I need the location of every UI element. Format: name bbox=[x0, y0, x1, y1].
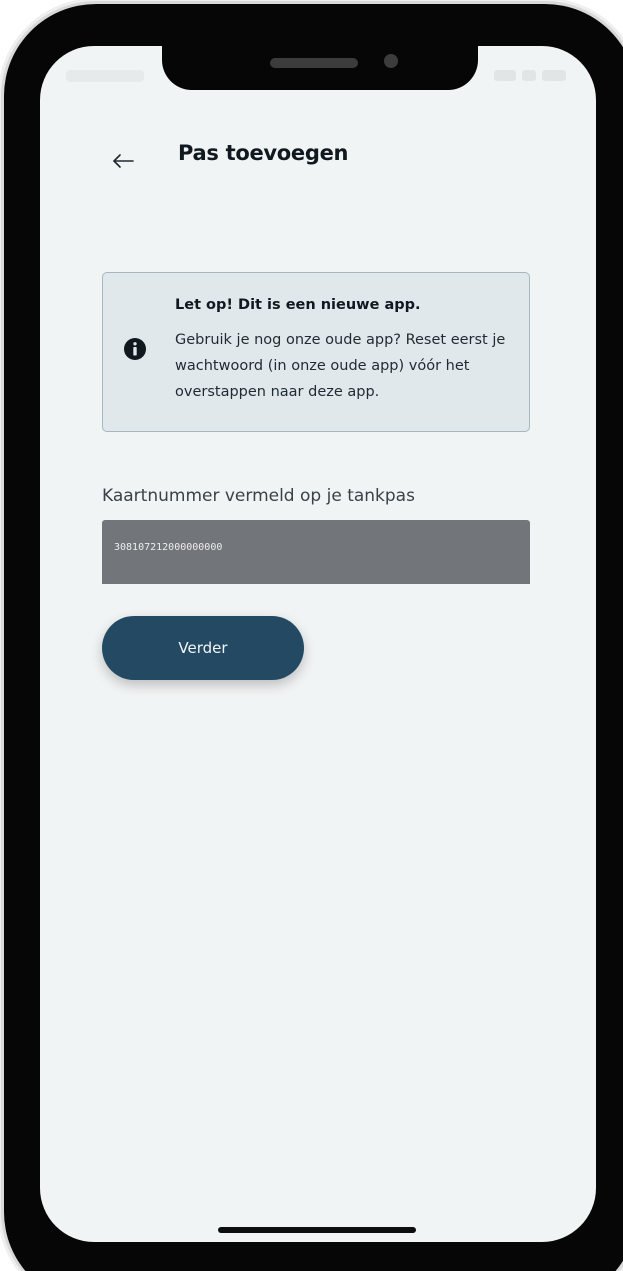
info-circle-icon bbox=[124, 338, 146, 360]
phone-notch bbox=[162, 42, 478, 90]
home-indicator bbox=[218, 1227, 416, 1233]
phone-frame: Pas toevoegen Let op! Dit is een nieuwe … bbox=[4, 4, 623, 1271]
notice-body: Gebruik je nog onze oude app? Reset eers… bbox=[175, 332, 506, 400]
wifi-icon bbox=[522, 70, 536, 81]
front-camera bbox=[384, 54, 398, 68]
battery-icon bbox=[542, 70, 566, 81]
notice-title: Let op! Dit is een nieuwe app. bbox=[175, 297, 421, 313]
card-number-input[interactable] bbox=[102, 520, 530, 584]
card-number-label: Kaartnummer vermeld op je tankpas bbox=[102, 486, 415, 506]
page: Pas toevoegen Let op! Dit is een nieuwe … bbox=[0, 0, 623, 1271]
status-bar-icons bbox=[494, 70, 566, 81]
info-notice: Let op! Dit is een nieuwe app. Gebruik j… bbox=[102, 272, 530, 432]
app-screen: Pas toevoegen Let op! Dit is een nieuwe … bbox=[40, 46, 596, 1242]
back-arrow-icon[interactable] bbox=[108, 146, 138, 176]
speaker-grille bbox=[270, 58, 358, 68]
next-button[interactable]: Verder bbox=[102, 616, 304, 680]
signal-icon bbox=[494, 70, 516, 81]
status-bar-time bbox=[66, 70, 144, 82]
page-title: Pas toevoegen bbox=[178, 141, 349, 165]
